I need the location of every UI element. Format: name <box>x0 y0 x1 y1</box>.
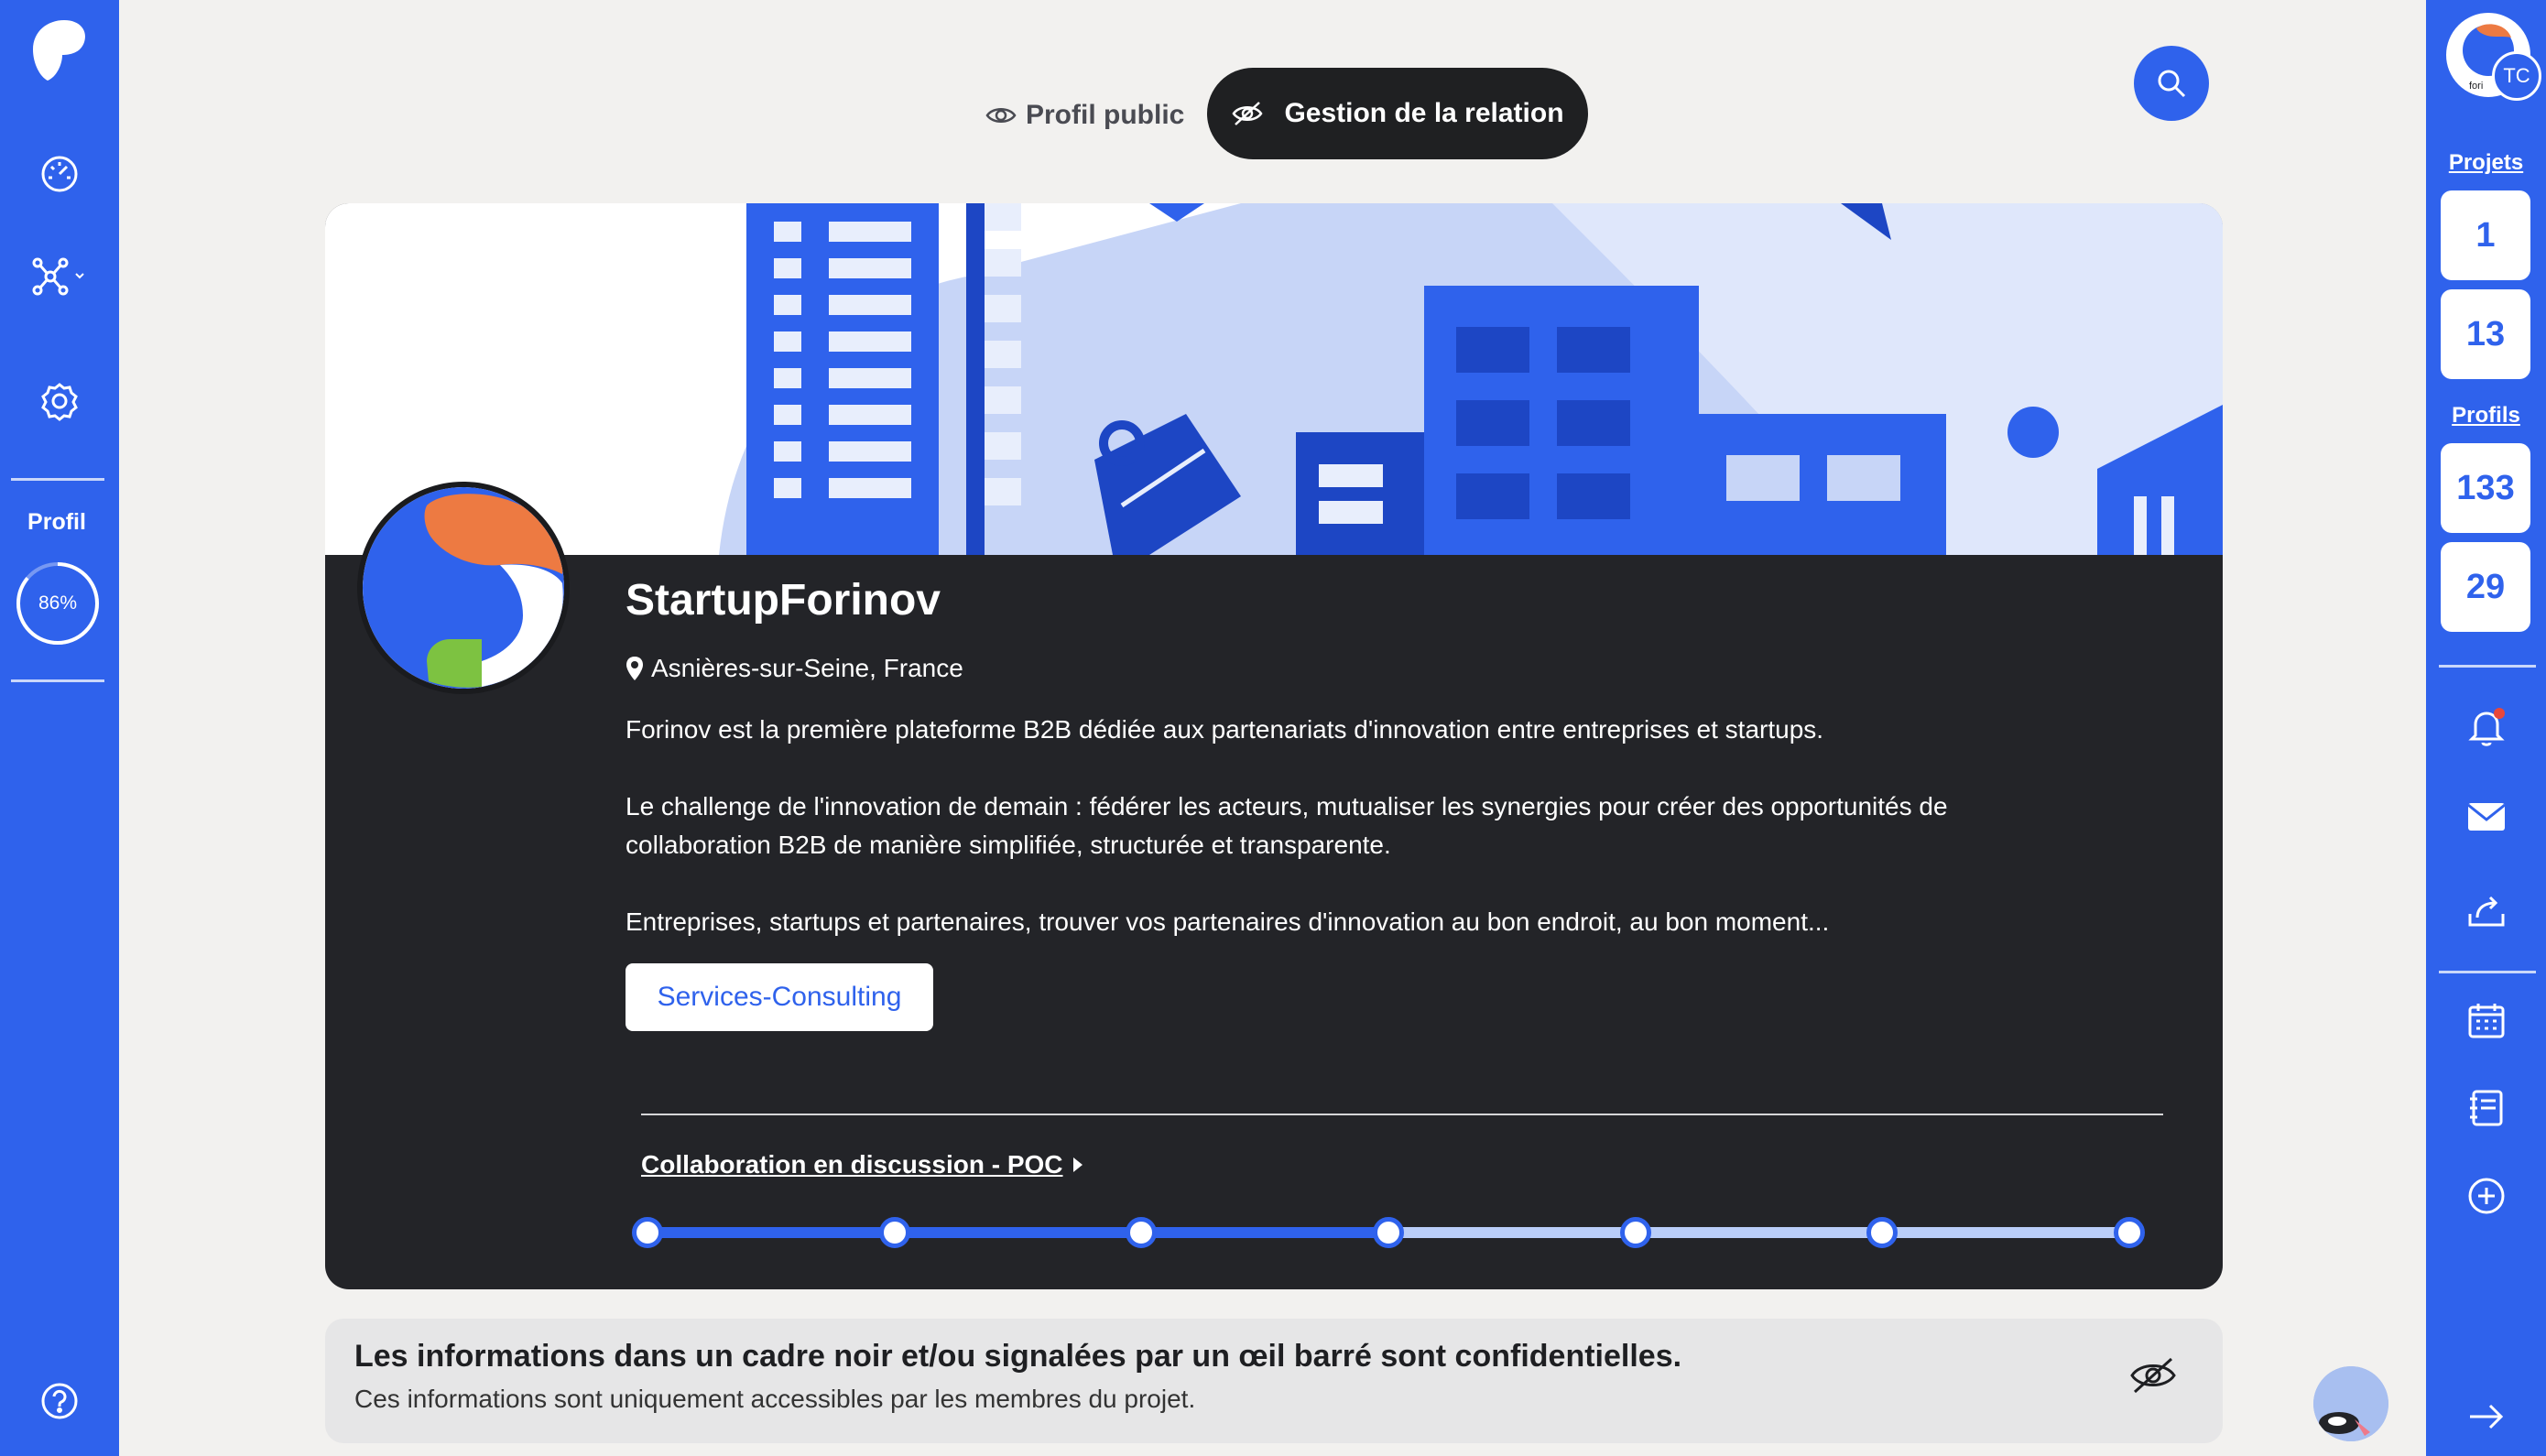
section-divider <box>641 1114 2163 1115</box>
user-avatar[interactable]: fori TC <box>2446 13 2541 101</box>
search-button[interactable] <box>2134 46 2209 121</box>
confidentiality-title: Les informations dans un cadre noir et/o… <box>354 1339 1682 1374</box>
eye-slash-icon <box>1232 102 1263 125</box>
profile-label: Profil <box>27 509 86 535</box>
company-description-3: Entreprises, startups et partenaires, tr… <box>626 907 1830 936</box>
stepper-step-4[interactable] <box>1373 1217 1404 1248</box>
collaboration-status-label: Collaboration en discussion - POC <box>641 1150 1063 1179</box>
company-location: Asnières-sur-Seine, France <box>626 654 963 683</box>
stepper-step-7[interactable] <box>2114 1217 2145 1248</box>
share-upload-icon[interactable] <box>2426 883 2546 938</box>
sidebar-divider <box>2439 665 2536 668</box>
help-icon[interactable] <box>0 1374 119 1429</box>
caret-right-icon <box>1072 1157 1083 1172</box>
eye-slash-icon <box>2130 1357 2176 1394</box>
badge-award-icon[interactable] <box>0 374 119 429</box>
map-pin-icon <box>626 657 643 680</box>
projects-label[interactable]: Projets <box>2426 150 2546 176</box>
chat-assistant-avatar[interactable] <box>2313 1366 2388 1441</box>
eye-icon <box>985 108 1017 123</box>
stepper-step-3[interactable] <box>1126 1217 1158 1248</box>
company-location-text: Asnières-sur-Seine, France <box>651 654 963 682</box>
sidebar-divider <box>11 478 104 481</box>
app-logo-icon[interactable] <box>0 13 119 86</box>
mail-icon[interactable] <box>2426 789 2546 844</box>
company-banner-image <box>325 203 2223 555</box>
right-sidebar: fori TC Projets 1 13 Profils 133 29 <box>2426 0 2546 1456</box>
add-circle-icon[interactable] <box>2426 1168 2546 1223</box>
confidentiality-notice: Les informations dans un cadre noir et/o… <box>325 1319 2223 1443</box>
stepper-step-6[interactable] <box>1866 1217 1899 1248</box>
stepper-step-5[interactable] <box>1619 1217 1651 1248</box>
confidentiality-subtitle: Ces informations sont uniquement accessi… <box>354 1385 1196 1413</box>
public-profile-toggle[interactable]: Profil public <box>985 92 1184 139</box>
profiles-count-2[interactable]: 29 <box>2441 542 2530 632</box>
profiles-count-1[interactable]: 133 <box>2441 443 2530 533</box>
collapse-arrow-icon[interactable] <box>2426 1394 2546 1440</box>
stepper-step-2[interactable] <box>878 1217 910 1248</box>
company-card: StartupForinov Asnières-sur-Seine, Franc… <box>325 203 2223 1289</box>
left-sidebar: Profil 86% <box>0 0 119 1456</box>
projects-count-2[interactable]: 13 <box>2441 289 2530 379</box>
company-description-2a: Le challenge de l'innovation de demain :… <box>626 792 1948 820</box>
dashboard-gauge-icon[interactable] <box>0 147 119 201</box>
calendar-icon[interactable] <box>2426 993 2546 1048</box>
company-description-1: Forinov est la première plateforme B2B d… <box>626 715 1824 744</box>
sidebar-divider <box>11 679 104 682</box>
company-logo-avatar <box>357 482 570 694</box>
relationship-management-label: Gestion de la relation <box>1284 98 1564 128</box>
svg-text:fori: fori <box>2469 81 2483 92</box>
company-description-2b: collaboration B2B de manière simplifiée,… <box>626 831 1391 859</box>
stepper-step-1[interactable] <box>632 1217 663 1248</box>
search-icon <box>2158 70 2186 98</box>
user-initials: TC <box>2492 51 2541 101</box>
stepper-progress-remaining <box>1388 1227 2129 1238</box>
relationship-management-toggle[interactable]: Gestion de la relation <box>1207 68 1588 159</box>
profile-progress-text: 86% <box>38 592 78 614</box>
sector-tag[interactable]: Services-Consulting <box>626 963 933 1031</box>
public-profile-label: Profil public <box>1026 100 1185 130</box>
stepper-progress-completed <box>647 1227 1388 1238</box>
notebook-icon[interactable] <box>2426 1081 2546 1135</box>
sidebar-divider <box>2439 971 2536 973</box>
network-icon[interactable] <box>0 249 119 304</box>
projects-count-1[interactable]: 1 <box>2441 190 2530 280</box>
profiles-label[interactable]: Profils <box>2426 403 2546 429</box>
notifications-bell-icon[interactable] <box>2426 700 2546 755</box>
company-name: StartupForinov <box>626 576 941 625</box>
collaboration-status-link[interactable]: Collaboration en discussion - POC <box>641 1150 1083 1179</box>
